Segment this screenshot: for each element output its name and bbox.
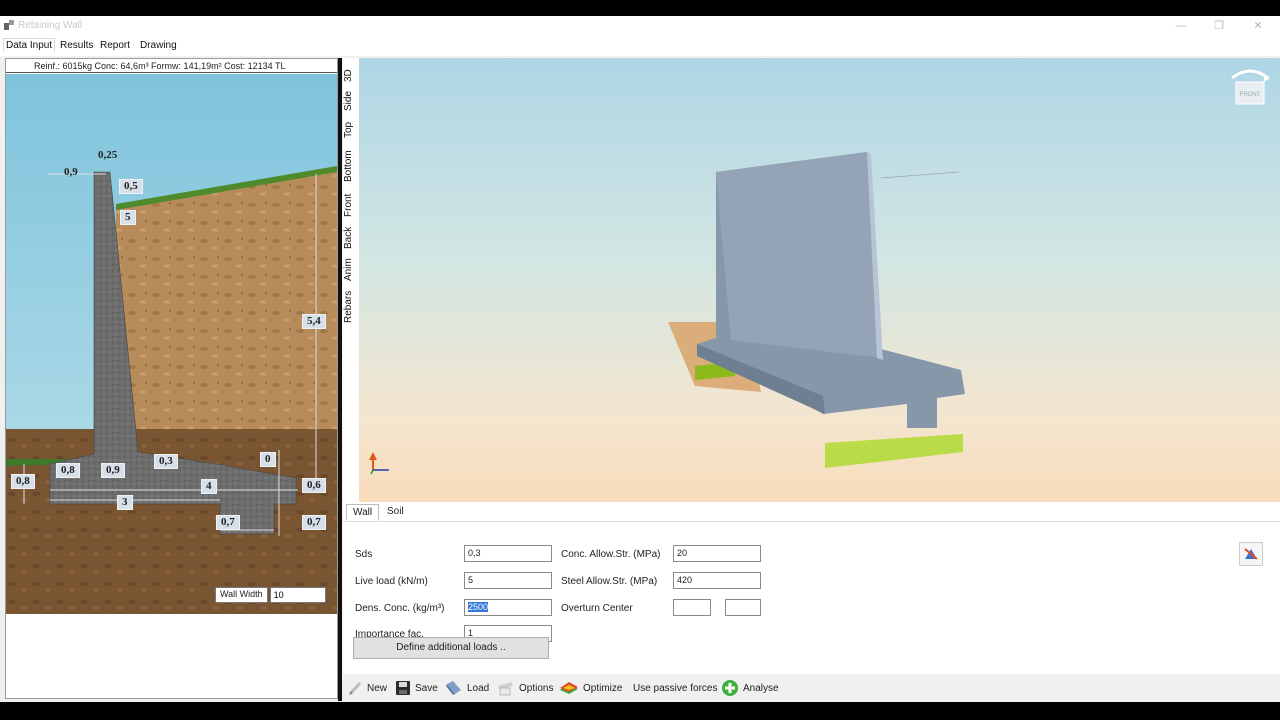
tab-top[interactable]: Top <box>343 118 359 142</box>
steel-allow-input[interactable]: 420 <box>673 572 761 589</box>
menu-data-input[interactable]: Data Input <box>3 38 56 52</box>
dim-label-toe-thickness: 0,8 <box>11 474 35 489</box>
analyse-button[interactable]: Analyse <box>721 678 779 698</box>
dens-conc-label: Dens. Conc. (kg/m³) <box>355 603 445 614</box>
dim-label-key-depth: 0,7 <box>302 515 326 530</box>
dim-label-key-offset: 0 <box>260 452 276 467</box>
dim-label-toe-heel: 3 <box>117 495 133 510</box>
close-button[interactable]: ✕ <box>1243 17 1273 35</box>
axis-gizmo-icon <box>369 452 389 475</box>
optimize-button[interactable]: Optimize <box>559 678 622 698</box>
dim-label-heel-haunch: 0,3 <box>154 454 178 469</box>
view-cube-icon[interactable]: FRONT <box>1228 64 1272 108</box>
view-cube-label: FRONT <box>1240 92 1261 98</box>
wall-width-control: Wall Width <box>215 587 326 603</box>
menu-results[interactable]: Results <box>60 40 93 51</box>
live-load-label: Live load (kN/m) <box>355 576 428 587</box>
app-icon <box>4 20 14 30</box>
tab-bottom[interactable]: Bottom <box>343 146 359 186</box>
minimize-button[interactable]: — <box>1166 17 1196 35</box>
analyse-label: Analyse <box>743 682 779 694</box>
tab-front[interactable]: Front <box>343 190 359 220</box>
dim-label-top-width: 0,25 <box>98 149 118 161</box>
dens-conc-value: 2500 <box>468 602 489 612</box>
tab-back[interactable]: Back <box>343 224 359 252</box>
save-icon <box>396 681 410 695</box>
wall-3d-model <box>369 152 965 475</box>
sds-label: Sds <box>355 549 373 560</box>
sds-input[interactable]: 0,3 <box>464 545 552 562</box>
menu-drawing[interactable]: Drawing <box>140 40 177 51</box>
menu-bar: Data Input Results Report Drawing <box>0 36 1280 56</box>
optimize-label: Optimize <box>583 682 623 694</box>
dim-label-base-length: 4 <box>201 479 217 494</box>
save-button[interactable]: Save <box>395 678 438 698</box>
tab-rebars[interactable]: Rebars <box>343 288 359 326</box>
view-tabs: 3D Side Top Bottom Front Back Anim Rebar… <box>343 58 359 502</box>
analyse-plus-icon <box>722 680 738 696</box>
quantity-summary: Reinf.: 6015kg Conc: 64,6m³ Formw: 141,1… <box>6 59 337 73</box>
wall-width-input[interactable] <box>269 587 326 603</box>
3d-stem-face <box>716 152 881 358</box>
pin-button[interactable] <box>1239 542 1263 566</box>
menu-report[interactable]: Report <box>100 40 130 51</box>
save-label: Save <box>415 682 438 694</box>
conc-allow-label: Conc. Allow.Str. (MPa) <box>561 549 661 560</box>
backfill-soil <box>116 168 337 429</box>
dim-label-stem-height: 5,4 <box>302 314 326 329</box>
live-load-input[interactable]: 5 <box>464 572 552 589</box>
pin-icon <box>1244 548 1258 560</box>
options-icon <box>498 682 513 696</box>
dim-label-toe-length: 0,8 <box>56 463 80 478</box>
dim-label-back-offset: 0,5 <box>119 179 143 194</box>
load-label: Load <box>467 682 490 694</box>
new-button[interactable]: New <box>347 678 387 698</box>
dim-label-slope-label: 5 <box>120 210 136 225</box>
overturn-label: Overturn Center <box>561 603 633 614</box>
load-button[interactable]: Load <box>445 678 489 698</box>
panel-divider[interactable] <box>338 58 342 701</box>
overturn-x-input[interactable] <box>673 599 711 616</box>
conc-allow-input[interactable]: 20 <box>673 545 761 562</box>
overturn-y-input[interactable] <box>725 599 761 616</box>
new-label: New <box>367 682 388 694</box>
steel-allow-label: Steel Allow.Str. (MPa) <box>561 576 658 587</box>
bottom-toolbar: New Save Load Options Optimize Use passi… <box>343 674 1280 701</box>
wall-section-drawing[interactable]: 0,25 0,9 0,5 5 5,4 0,8 0,8 0,9 0,3 0 4 3 0,6 0,7 0,7 <box>6 74 337 614</box>
new-icon <box>348 681 362 696</box>
tab-3d[interactable]: 3D <box>343 66 359 86</box>
options-button[interactable]: Options <box>497 678 553 698</box>
properties-panel: Wall Soil Sds 0,3 Live load (kN/m) 5 Den… <box>343 502 1280 674</box>
tab-side[interactable]: Side <box>343 88 359 114</box>
tab-anim[interactable]: Anim <box>343 256 359 284</box>
3d-base-pressure <box>825 434 963 468</box>
passive-forces-label: Use passive forces <box>633 682 718 694</box>
section-panel: Reinf.: 6015kg Conc: 64,6m³ Formw: 141,1… <box>5 58 338 699</box>
options-label: Options <box>519 682 554 694</box>
tab-soil[interactable]: Soil <box>381 504 410 519</box>
maximize-button[interactable]: ❐ <box>1204 17 1234 35</box>
load-icon <box>446 681 461 695</box>
tab-underline <box>343 521 1280 522</box>
dim-label-key-width: 0,7 <box>216 515 240 530</box>
dim-label-heel-thickness: 0,6 <box>302 478 326 493</box>
window-title: Retaining Wall <box>18 20 83 31</box>
title-bar: Retaining Wall — ❐ ✕ <box>0 16 1280 36</box>
app-window: Retaining Wall — ❐ ✕ Data Input Results … <box>0 16 1280 702</box>
optimize-icon <box>560 682 578 694</box>
tab-wall[interactable]: Wall <box>346 504 380 521</box>
passive-forces-toggle[interactable]: Use passive forces <box>633 678 717 698</box>
dim-label-stem-base: 0,9 <box>101 463 125 478</box>
define-loads-button[interactable]: Define additional loads .. <box>353 637 549 659</box>
wall-width-label: Wall Width <box>215 587 268 603</box>
dim-label-front-batter: 0,9 <box>64 166 78 178</box>
3d-viewport[interactable]: 3D Side Top Bottom Front Back Anim Rebar… <box>343 58 1280 502</box>
dens-conc-input[interactable]: 2500 <box>464 599 552 616</box>
